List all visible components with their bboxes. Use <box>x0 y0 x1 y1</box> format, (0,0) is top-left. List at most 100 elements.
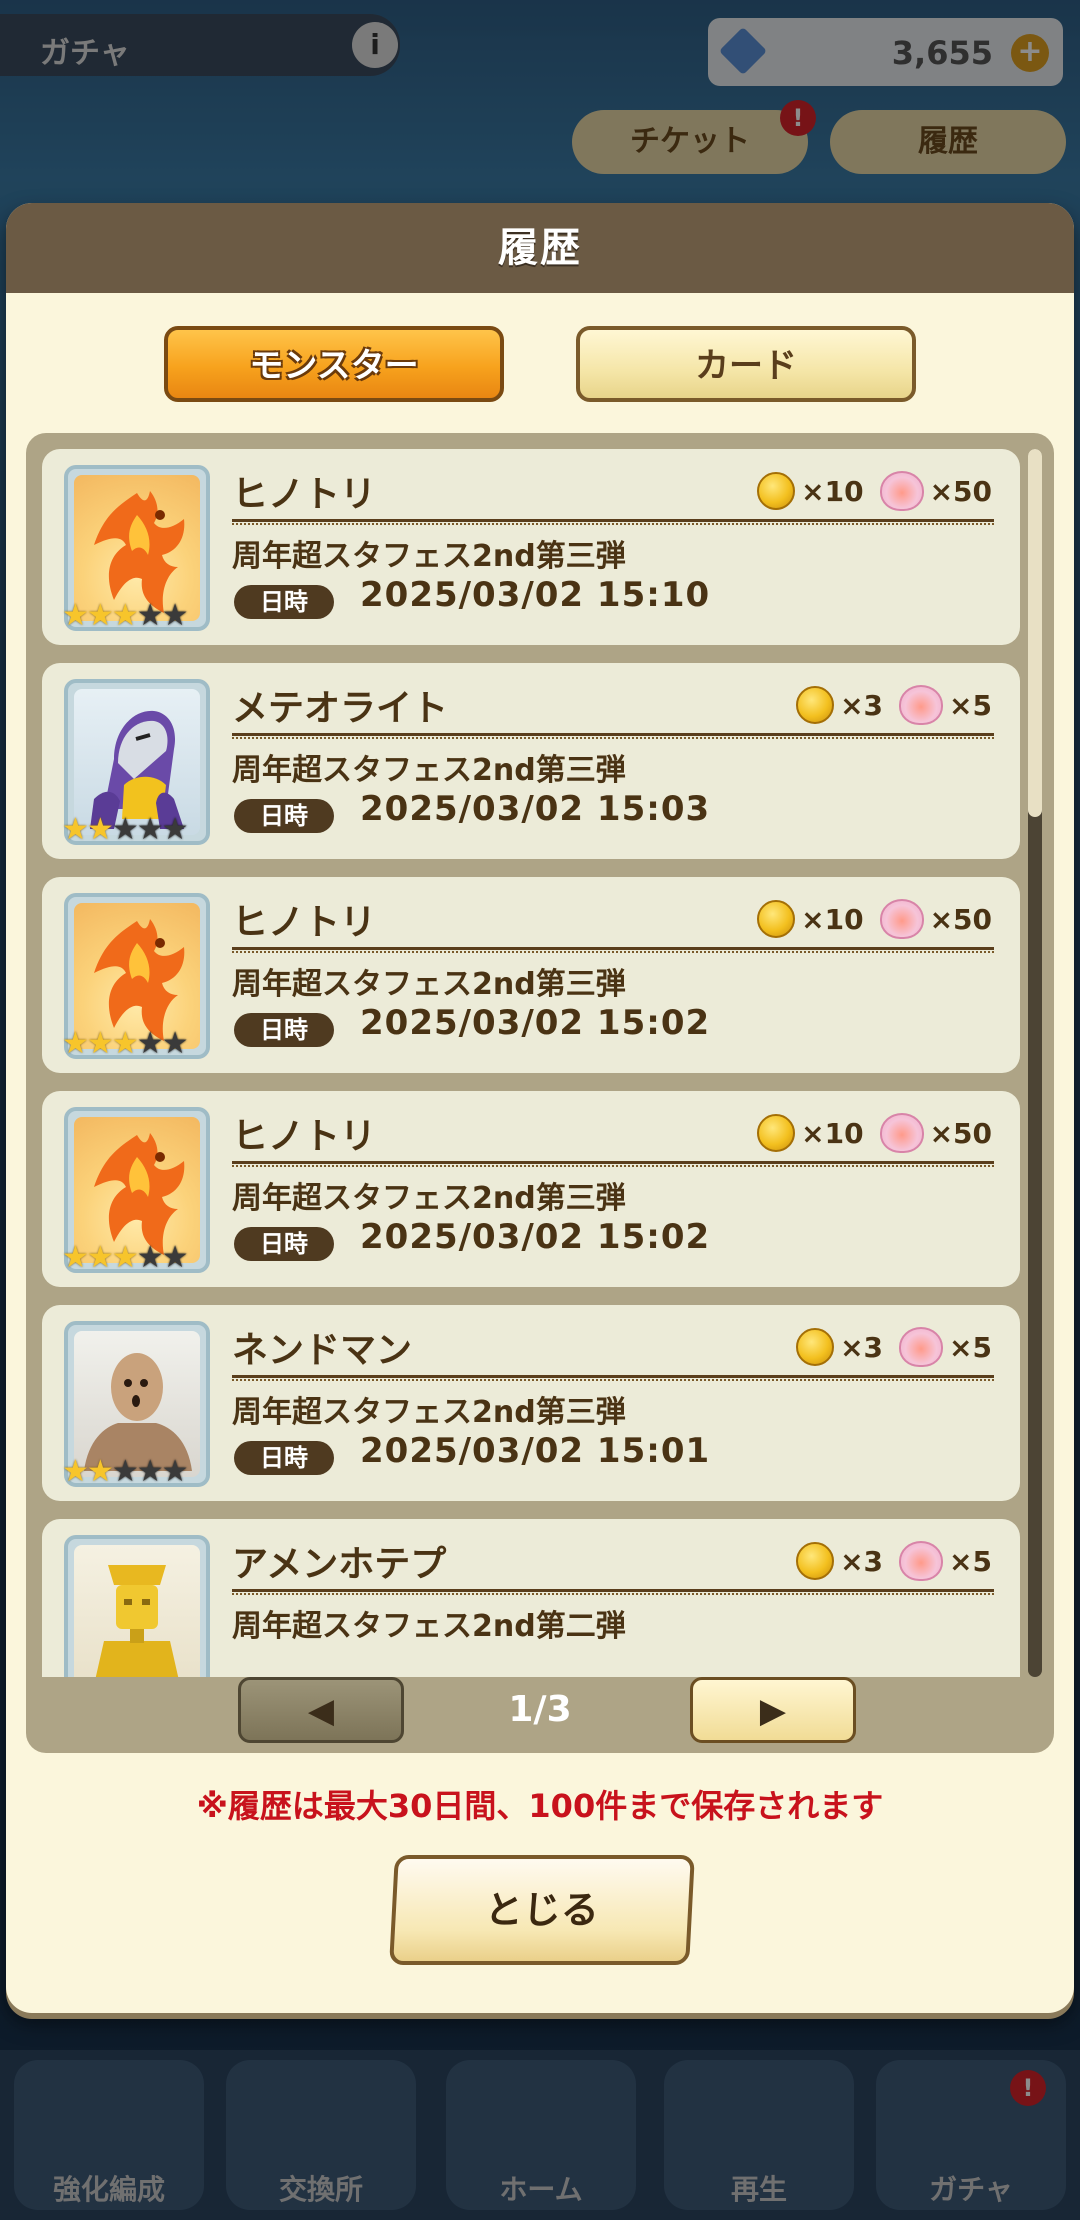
monster-name: アメンホテプ <box>232 1544 447 1585</box>
star-empty-icon: ★ <box>161 812 189 847</box>
star-filled-icon: ★ <box>111 1026 139 1061</box>
gacha-event-name: 周年超スタフェス2nd第三弾 <box>232 539 626 574</box>
currency-counter: 3,655 + <box>708 18 1063 86</box>
nav-item-gacha: ガチャ ! <box>876 2060 1066 2210</box>
gem-icon <box>718 26 768 76</box>
divider <box>232 519 994 525</box>
history-list[interactable]: ★★★★★ ヒノトリ ×10 ×50 周年超スタフェス2nd第三弾 日時 202… <box>42 449 1020 1677</box>
coin-amount: ×3 <box>840 1330 884 1364</box>
star-empty-icon: ★ <box>136 1240 164 1275</box>
cost-display: ×3 ×5 <box>796 683 992 727</box>
date-label: 日時 <box>234 1013 334 1047</box>
divider <box>232 1375 994 1381</box>
divider <box>232 733 994 739</box>
scrollbar[interactable] <box>1028 449 1042 1677</box>
heart-amount: ×5 <box>949 1330 992 1364</box>
history-retention-note: ※履歴は最大30日間、100件まで保存されます <box>196 1787 884 1825</box>
heart-item-icon <box>879 899 924 939</box>
cost-display: ×3 ×5 <box>796 1325 992 1369</box>
star-empty-icon: ★ <box>136 598 164 633</box>
heart-item-icon <box>899 1327 944 1367</box>
pull-date: 2025/03/02 15:10 <box>360 575 711 615</box>
history-button: 履歴 <box>830 110 1066 174</box>
coin-amount: ×10 <box>801 474 864 508</box>
gacha-event-name: 周年超スタフェス2nd第三弾 <box>232 967 626 1002</box>
coin-amount: ×10 <box>801 902 864 936</box>
heart-amount: ×5 <box>949 688 992 722</box>
star-empty-icon: ★ <box>161 1240 189 1275</box>
coin-amount: ×3 <box>840 1544 884 1578</box>
nav-item-gacha-label: ガチャ <box>929 2173 1013 2206</box>
heart-item-icon <box>879 471 924 511</box>
cost-display: ×10 ×50 <box>757 469 992 513</box>
star-empty-icon: ★ <box>161 598 189 633</box>
star-empty-icon: ★ <box>111 1454 139 1489</box>
coin-icon <box>757 472 796 510</box>
star-empty-icon: ★ <box>136 1026 164 1061</box>
close-button[interactable]: とじる <box>389 1855 695 1965</box>
coin-icon <box>757 900 796 938</box>
list-item[interactable]: ★★★★★ ヒノトリ ×10 ×50 周年超スタフェス2nd第三弾 日時 202… <box>42 1091 1020 1287</box>
rarity-stars <box>62 1669 212 1677</box>
rarity-stars: ★★★★★ <box>62 813 212 847</box>
nav-item-home: ホーム <box>446 2060 636 2210</box>
scrollbar-thumb[interactable] <box>1028 449 1042 817</box>
cost-display: ×10 ×50 <box>757 1111 992 1155</box>
star-filled-icon: ★ <box>62 1454 89 1489</box>
star-filled-icon: ★ <box>111 1240 139 1275</box>
nav-item-exchange: 交換所 <box>226 2060 416 2210</box>
list-item[interactable]: ★★★★★ ネンドマン ×3 ×5 周年超スタフェス2nd第三弾 日時 2025… <box>42 1305 1020 1501</box>
nav-item-play: 再生 <box>664 2060 854 2210</box>
modal-title: 履歴 <box>6 203 1074 293</box>
star-empty-icon: ★ <box>111 812 139 847</box>
tab-card[interactable]: カード <box>576 326 916 402</box>
gacha-event-name: 周年超スタフェス2nd第三弾 <box>232 1395 626 1430</box>
ticket-label: チケット <box>630 124 750 159</box>
list-item[interactable]: アメンホテプ ×3 ×5 周年超スタフェス2nd第二弾 <box>42 1519 1020 1677</box>
nav-item-enhance: 強化編成 <box>14 2060 204 2210</box>
date-label: 日時 <box>234 1441 334 1475</box>
rarity-stars: ★★★★★ <box>62 1027 212 1061</box>
add-currency-icon: + <box>1011 34 1049 72</box>
coin-icon <box>757 1114 796 1152</box>
cost-display: ×3 ×5 <box>796 1539 992 1583</box>
pull-date: 2025/03/02 15:03 <box>360 789 711 829</box>
monster-name: ヒノトリ <box>232 474 377 515</box>
date-label: 日時 <box>234 585 334 619</box>
list-item[interactable]: ★★★★★ ヒノトリ ×10 ×50 周年超スタフェス2nd第三弾 日時 202… <box>42 449 1020 645</box>
rarity-stars: ★★★★★ <box>62 1241 212 1275</box>
star-filled-icon: ★ <box>86 598 114 633</box>
gold-pharaoh-icon <box>95 1565 179 1677</box>
date-label: 日時 <box>234 799 334 833</box>
rarity-stars: ★★★★★ <box>62 599 212 633</box>
pull-date: 2025/03/02 15:02 <box>360 1003 711 1043</box>
star-empty-icon: ★ <box>161 1454 189 1489</box>
pull-date: 2025/03/02 15:02 <box>360 1217 711 1257</box>
gacha-event-name: 周年超スタフェス2nd第二弾 <box>232 1609 626 1644</box>
cost-display: ×10 ×50 <box>757 897 992 941</box>
coin-icon <box>796 1328 835 1366</box>
tab-monster[interactable]: モンスター <box>164 326 504 402</box>
monster-name: メテオライト <box>232 688 449 729</box>
notification-badge: ! <box>1010 2070 1046 2106</box>
next-page-button[interactable]: ▶ <box>690 1677 856 1743</box>
star-empty-icon: ★ <box>161 1026 189 1061</box>
star-filled-icon: ★ <box>111 598 139 633</box>
currency-value: 3,655 <box>891 34 993 72</box>
page-indicator: 1/3 <box>508 1689 572 1730</box>
star-filled-icon: ★ <box>86 1026 114 1061</box>
coin-amount: ×10 <box>801 1116 864 1150</box>
monster-thumbnail <box>64 1535 210 1677</box>
notification-badge: ! <box>780 100 816 136</box>
screen-title: ガチャ <box>0 14 400 76</box>
heart-item-icon <box>899 685 944 725</box>
prev-page-button[interactable]: ◀ <box>238 1677 404 1743</box>
right-arrow-icon: ▶ <box>759 1691 787 1731</box>
rarity-stars: ★★★★★ <box>62 1455 212 1489</box>
star-filled-icon: ★ <box>62 1240 89 1275</box>
list-item[interactable]: ★★★★★ ヒノトリ ×10 ×50 周年超スタフェス2nd第三弾 日時 202… <box>42 877 1020 1073</box>
heart-amount: ×50 <box>929 902 992 936</box>
pagination: ◀ 1/3 ▶ <box>26 1677 1054 1753</box>
star-filled-icon: ★ <box>62 598 89 633</box>
list-item[interactable]: ★★★★★ メテオライト ×3 ×5 周年超スタフェス2nd第三弾 日時 202… <box>42 663 1020 859</box>
